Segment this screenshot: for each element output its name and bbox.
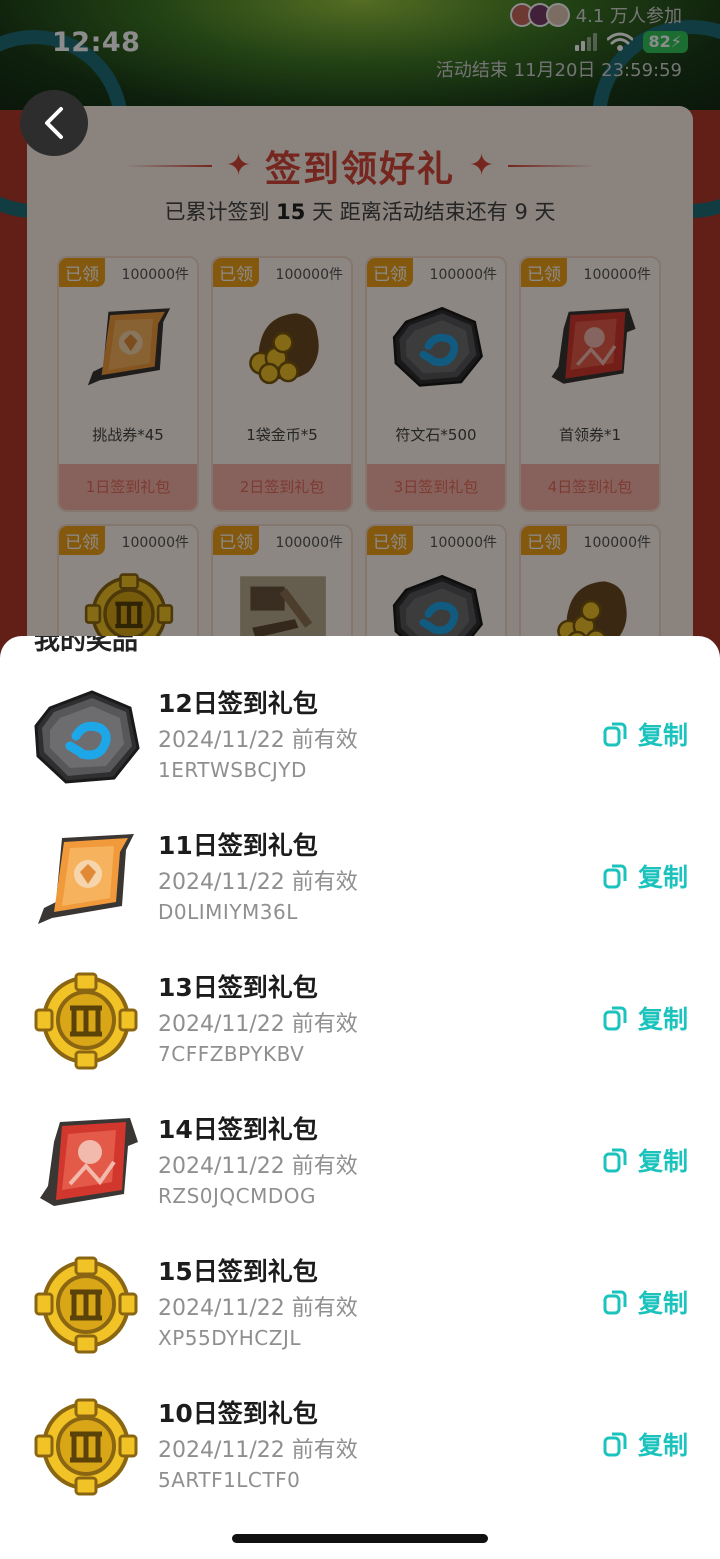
copy-button[interactable]: 复制 [602, 1000, 688, 1036]
prize-expiry: 2024/11/22 前有效 [158, 1154, 358, 1179]
gold-medal-icon [30, 970, 142, 1070]
list-item: 10日签到礼包 2024/11/22 前有效 5ARTF1LCTF0 复制 [0, 1386, 720, 1528]
home-indicator[interactable] [232, 1534, 488, 1543]
sheet-title: 我的奖品 [34, 636, 139, 656]
chevron-left-icon [45, 107, 63, 139]
copy-label: 复制 [637, 721, 688, 750]
prize-code: 1ERTWSBCJYD [158, 758, 307, 782]
prize-code: D0LIMIYM36L [158, 900, 298, 924]
challenge-ticket-icon [38, 834, 134, 924]
prize-expiry: 2024/11/22 前有效 [158, 1438, 358, 1463]
prize-expiry: 2024/11/22 前有效 [158, 870, 358, 895]
copy-button[interactable]: 复制 [602, 716, 688, 752]
list-item: 11日签到礼包 2024/11/22 前有效 D0LIMIYM36L 复制 [0, 818, 720, 960]
copy-icon [603, 1290, 627, 1315]
list-item: 15日签到礼包 2024/11/22 前有效 XP55DYHCZJL 复制 [0, 1244, 720, 1386]
copy-label: 复制 [637, 1147, 688, 1176]
copy-label: 复制 [637, 1431, 688, 1460]
prize-code: 7CFFZBPYKBV [158, 1042, 305, 1066]
modal-backdrop[interactable] [0, 0, 720, 660]
copy-icon [603, 864, 627, 889]
copy-button[interactable]: 复制 [602, 858, 688, 894]
prize-title: 13日签到礼包 [158, 973, 318, 1002]
copy-label: 复制 [637, 1005, 688, 1034]
gold-medal-icon [30, 1396, 142, 1496]
prize-title: 12日签到礼包 [158, 689, 318, 718]
prize-code: RZS0JQCMDOG [158, 1184, 317, 1208]
copy-button[interactable]: 复制 [602, 1426, 688, 1462]
copy-button[interactable]: 复制 [602, 1142, 688, 1178]
boss-ticket-icon [38, 1116, 140, 1208]
list-item: 14日签到礼包 2024/11/22 前有效 RZS0JQCMDOG 复制 [0, 1102, 720, 1244]
list-item: 12日签到礼包 2024/11/22 前有效 1ERTWSBCJYD 复制 [0, 676, 720, 818]
gold-medal-icon [30, 1254, 142, 1354]
prize-expiry: 2024/11/22 前有效 [158, 728, 358, 753]
prize-list: 12日签到礼包 2024/11/22 前有效 1ERTWSBCJYD 复制 11… [0, 676, 720, 1528]
list-item: 13日签到礼包 2024/11/22 前有效 7CFFZBPYKBV 复制 [0, 960, 720, 1102]
copy-label: 复制 [637, 1289, 688, 1318]
copy-icon [603, 722, 627, 747]
prize-code: 5ARTF1LCTF0 [158, 1468, 301, 1492]
back-button[interactable] [20, 90, 88, 156]
prize-title: 10日签到礼包 [158, 1399, 318, 1428]
copy-icon [603, 1432, 627, 1457]
prize-title: 11日签到礼包 [158, 831, 318, 860]
prize-expiry: 2024/11/22 前有效 [158, 1296, 358, 1321]
prize-title: 15日签到礼包 [158, 1257, 318, 1286]
prize-expiry: 2024/11/22 前有效 [158, 1012, 358, 1037]
prize-code: XP55DYHCZJL [158, 1326, 301, 1350]
my-prizes-sheet: 我的奖品 12日签到礼包 2024/11/22 前有效 1ERTWSBCJYD … [0, 636, 720, 1559]
copy-icon [603, 1006, 627, 1031]
copy-icon [603, 1148, 627, 1173]
copy-label: 复制 [637, 863, 688, 892]
rune-stone-icon [30, 686, 142, 786]
copy-button[interactable]: 复制 [602, 1284, 688, 1320]
prize-title: 14日签到礼包 [158, 1115, 318, 1144]
